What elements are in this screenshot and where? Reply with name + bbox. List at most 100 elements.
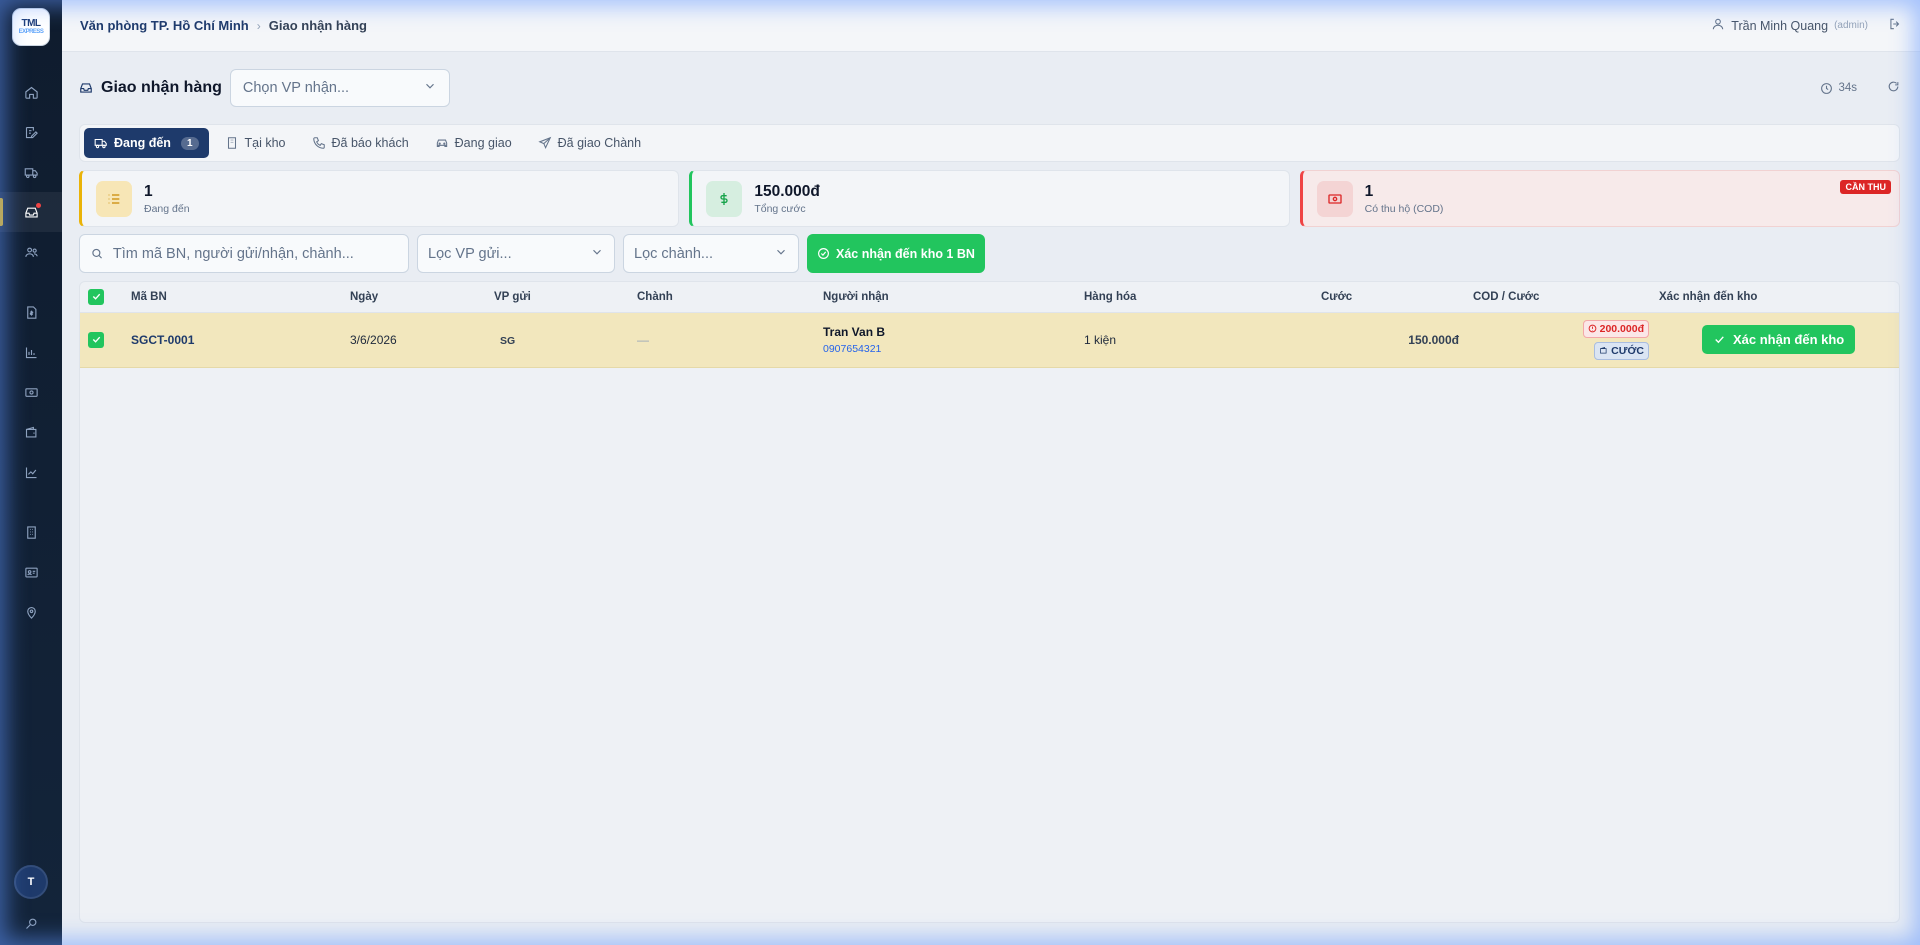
- sidebar-item-receiving[interactable]: [0, 192, 62, 232]
- send-icon: [538, 136, 551, 149]
- tab-delivering[interactable]: Đang giao: [425, 128, 522, 158]
- building-icon: [26, 525, 36, 539]
- edit-note-icon: [25, 126, 38, 138]
- stat-cards: 1 Đang đến 150.000đ Tổng cước 1 Có thu h…: [79, 170, 1900, 227]
- users-icon: [24, 247, 38, 257]
- search-input[interactable]: [112, 245, 398, 262]
- stat-label: Có thu hộ (COD): [1364, 202, 1444, 215]
- truck-icon: [24, 167, 38, 178]
- sidebar-item-shipping[interactable]: [0, 152, 62, 192]
- receiver-phone[interactable]: 0907654321: [823, 343, 1084, 355]
- wallet-icon: [1600, 347, 1607, 354]
- stat-value: 150.000đ: [754, 182, 820, 200]
- stat-label: Tổng cước: [754, 202, 806, 215]
- receiving-office-select[interactable]: Chọn VP nhận...: [229, 69, 450, 107]
- trend-chart-icon: [25, 467, 36, 478]
- sidebar-item-reports[interactable]: [0, 332, 62, 372]
- status-badge: CẦN THU: [1840, 180, 1891, 194]
- sender-office: SG: [500, 334, 516, 347]
- dollar-icon: [706, 180, 743, 217]
- check-circle-icon: [818, 248, 829, 259]
- sidebar-item-customers[interactable]: [0, 232, 62, 272]
- receiver-name: Tran Van B: [823, 324, 886, 339]
- chanh-filter[interactable]: Lọc chành...: [623, 234, 799, 273]
- col-header-code[interactable]: Mã BN: [131, 282, 350, 313]
- sidebar: TML EXPRESS T: [0, 0, 62, 945]
- col-header-date[interactable]: Ngày: [350, 282, 494, 313]
- bar-chart-icon: [25, 347, 36, 358]
- search-icon: [92, 248, 102, 259]
- chanh-value: —: [637, 332, 649, 347]
- tab-customer-notified[interactable]: Đã báo khách: [302, 128, 419, 158]
- tab-delivered-chanh[interactable]: Đã giao Chành: [528, 128, 651, 158]
- refresh-button[interactable]: [1887, 80, 1900, 96]
- cash-icon: [24, 387, 38, 397]
- col-header-confirm: Xác nhận đến kho: [1659, 282, 1899, 313]
- page-header: Giao nhận hàng Chọn VP nhận... 34s: [79, 52, 1900, 124]
- col-header-cod-fee[interactable]: COD / Cước: [1473, 282, 1659, 313]
- alert-circle-icon: [1588, 324, 1596, 333]
- col-header-sender-office[interactable]: VP gửi: [494, 282, 637, 313]
- tab-label: Đang đến: [114, 136, 171, 150]
- user-role: (admin): [1834, 20, 1868, 31]
- table-row[interactable]: SGCT-0001 3/6/2026 SG — Tran Van B 09076…: [80, 312, 1899, 368]
- car-icon: [436, 139, 447, 148]
- confirm-arrival-button[interactable]: Xác nhận đến kho: [1702, 325, 1856, 354]
- stat-value: 1: [1364, 182, 1374, 200]
- phone-icon: [312, 137, 325, 149]
- page-title-text: Giao nhận hàng: [101, 79, 222, 96]
- tab-in-warehouse[interactable]: Tại kho: [215, 128, 296, 158]
- sidebar-item-invoices[interactable]: [0, 292, 62, 332]
- user-icon: [1711, 17, 1725, 34]
- page-header-tools: 34s: [1820, 80, 1900, 96]
- sidebar-item-analytics[interactable]: [0, 452, 62, 492]
- logout-icon[interactable]: [1888, 17, 1902, 34]
- sidebar-item-staff[interactable]: [0, 552, 62, 592]
- cod-badge: 200.000đ: [1582, 319, 1649, 338]
- wallet-icon: [25, 426, 36, 437]
- stat-card-total-fee: 150.000đ Tổng cước: [689, 170, 1290, 227]
- logo-text: TML: [21, 18, 41, 29]
- topbar: Văn phòng TP. Hồ Chí Minh › Giao nhận hà…: [62, 0, 1920, 52]
- cod-amount: 200.000đ: [1599, 322, 1644, 335]
- col-header-fee[interactable]: Cước: [1321, 282, 1473, 313]
- clock-icon: [1821, 82, 1833, 94]
- tab-incoming[interactable]: Đang đến 1: [84, 128, 209, 158]
- col-header-goods[interactable]: Hàng hóa: [1084, 282, 1321, 313]
- truck-icon: [94, 138, 107, 149]
- sidebar-item-locations[interactable]: [0, 592, 62, 632]
- sidebar-bottom: T: [0, 865, 62, 935]
- filter-placeholder: Lọc chành...: [634, 245, 713, 262]
- stat-value: 1: [144, 182, 153, 200]
- tab-label: Đã báo khách: [331, 136, 409, 150]
- shipment-code[interactable]: SGCT-0001: [131, 333, 194, 347]
- app-logo[interactable]: TML EXPRESS: [12, 8, 50, 46]
- confirm-all-button[interactable]: Xác nhận đến kho 1 BN: [807, 234, 985, 273]
- sidebar-item-orders[interactable]: [0, 112, 62, 152]
- col-header-chanh[interactable]: Chành: [637, 282, 823, 313]
- select-all-checkbox[interactable]: [88, 288, 104, 305]
- sender-office-filter[interactable]: Lọc VP gửi...: [417, 234, 615, 273]
- sidebar-item-home[interactable]: [0, 72, 62, 112]
- breadcrumb-office[interactable]: Văn phòng TP. Hồ Chí Minh: [80, 18, 249, 33]
- stat-label: Đang đến: [144, 202, 190, 215]
- logo-subtext: EXPRESS: [18, 29, 44, 35]
- file-dollar-icon: [26, 305, 36, 319]
- search-box[interactable]: [79, 234, 409, 273]
- sidebar-item-offices[interactable]: [0, 512, 62, 552]
- sidebar-item-cash[interactable]: [0, 372, 62, 412]
- auto-refresh-timer: 34s: [1820, 82, 1857, 95]
- col-header-receiver[interactable]: Người nhận: [823, 282, 1084, 313]
- page-title: Giao nhận hàng: [79, 79, 222, 97]
- sidebar-search[interactable]: [0, 911, 62, 935]
- avatar[interactable]: T: [14, 865, 48, 899]
- refresh-icon: [1888, 81, 1899, 92]
- notification-dot: [36, 203, 41, 208]
- goods-description: 1 kiện: [1084, 312, 1321, 368]
- sidebar-item-wallet[interactable]: [0, 412, 62, 452]
- search-icon: [25, 918, 36, 929]
- map-pin-icon: [26, 606, 36, 619]
- fee-tag-badge: CƯỚC: [1594, 341, 1649, 360]
- user-name[interactable]: Trần Minh Quang: [1731, 19, 1828, 33]
- row-checkbox[interactable]: [88, 331, 104, 348]
